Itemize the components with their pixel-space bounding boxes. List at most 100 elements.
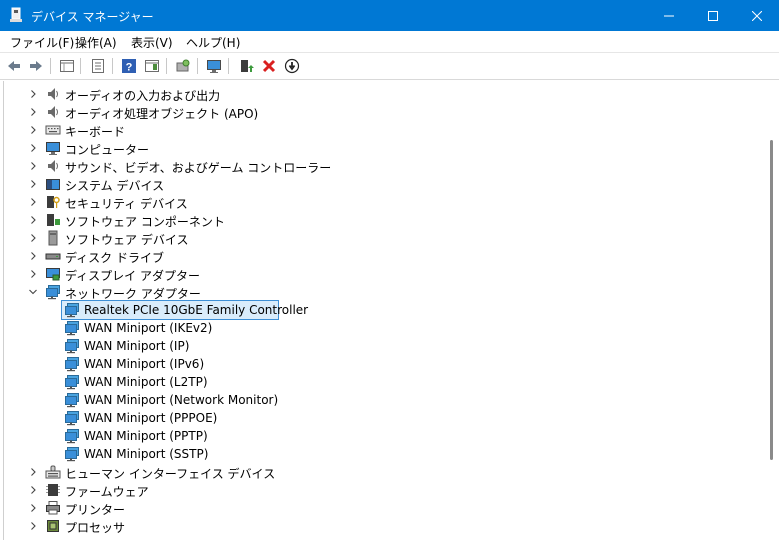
tree-device-item[interactable]: WAN Miniport (L2TP) <box>4 373 744 391</box>
tree-category-label: キーボード <box>65 125 126 139</box>
forward-icon <box>30 61 42 71</box>
display-adapter-icon <box>45 266 61 282</box>
update-driver-icon <box>241 60 254 72</box>
tree-view-icon <box>60 60 74 72</box>
action-pane-button[interactable] <box>143 57 161 75</box>
chevron-right-icon[interactable] <box>27 88 39 100</box>
scrollbar-thumb[interactable] <box>770 140 773 460</box>
tree-device-label: WAN Miniport (IP) <box>84 339 190 353</box>
tree-device-label: WAN Miniport (Network Monitor) <box>84 393 279 407</box>
uninstall-device-icon <box>262 59 276 73</box>
tree-device-label: WAN Miniport (L2TP) <box>84 375 208 389</box>
software-device-icon <box>45 230 61 246</box>
tree-category[interactable]: オーディオの入力および出力 <box>4 85 744 103</box>
security-device-icon <box>45 194 61 210</box>
tree-category[interactable]: プリンター <box>4 499 744 517</box>
keyboard-icon <box>45 122 61 138</box>
uninstall-device-button[interactable] <box>260 57 278 75</box>
menu-help[interactable]: ヘルプ(H) <box>186 34 240 51</box>
tree-category[interactable]: プロセッサ <box>4 517 744 535</box>
tree-category[interactable]: ヒューマン インターフェイス デバイス <box>4 463 744 481</box>
maximize-button[interactable] <box>691 0 735 31</box>
close-icon <box>752 10 762 21</box>
speaker-icon <box>45 86 61 102</box>
tree-device-label: WAN Miniport (IKEv2) <box>84 321 213 335</box>
back-icon <box>8 61 20 71</box>
tree-category[interactable]: コンピューター <box>4 139 744 157</box>
tree-device-item[interactable]: WAN Miniport (PPTP) <box>4 427 744 445</box>
tree-category-label: サウンド、ビデオ、およびゲーム コントローラー <box>65 161 332 175</box>
tree-device-item[interactable]: WAN Miniport (IP) <box>4 337 744 355</box>
tree-category[interactable]: ソフトウェア デバイス <box>4 229 744 247</box>
scan-hardware-button[interactable] <box>174 57 192 75</box>
chevron-right-icon[interactable] <box>27 268 39 280</box>
tree-category[interactable]: ディスプレイ アダプター <box>4 265 744 283</box>
window-title: デバイス マネージャー <box>31 10 154 24</box>
chevron-right-icon[interactable] <box>27 124 39 136</box>
tree-device-item[interactable]: WAN Miniport (SSTP) <box>4 445 744 463</box>
disable-device-button[interactable] <box>283 57 301 75</box>
tree-category[interactable]: オーディオ処理オブジェクト (APO) <box>4 103 744 121</box>
chevron-right-icon[interactable] <box>27 466 39 478</box>
tree-device-item[interactable]: WAN Miniport (IKEv2) <box>4 319 744 337</box>
chevron-right-icon[interactable] <box>27 232 39 244</box>
tree-device-item[interactable]: WAN Miniport (Network Monitor) <box>4 391 744 409</box>
tree-category[interactable]: ネットワーク アダプター <box>4 283 744 301</box>
chevron-right-icon[interactable] <box>27 214 39 226</box>
maximize-icon <box>708 10 718 21</box>
network-adapter-icon <box>64 356 80 372</box>
tree-view-button[interactable] <box>58 57 76 75</box>
network-adapter-icon <box>64 374 80 390</box>
chevron-right-icon[interactable] <box>27 178 39 190</box>
vertical-scrollbar[interactable] <box>765 81 779 540</box>
chevron-right-icon[interactable] <box>27 520 39 532</box>
monitor-icon <box>207 60 221 73</box>
minimize-button[interactable] <box>647 0 691 31</box>
tree-device-item[interactable]: WAN Miniport (PPPOE) <box>4 409 744 427</box>
tree-device-item[interactable]: Realtek PCIe 10GbE Family Controller <box>4 300 744 320</box>
chevron-right-icon[interactable] <box>27 484 39 496</box>
chevron-right-icon[interactable] <box>27 502 39 514</box>
disable-device-icon <box>284 58 300 74</box>
chevron-right-icon[interactable] <box>27 196 39 208</box>
chevron-right-icon[interactable] <box>27 106 39 118</box>
toolbar: ? <box>0 53 779 80</box>
help-button[interactable]: ? <box>120 57 138 75</box>
back-button[interactable] <box>5 57 23 75</box>
menu-view[interactable]: 表示(V) <box>131 34 173 51</box>
tree-category-label: オーディオ処理オブジェクト (APO) <box>65 107 259 121</box>
tree-category[interactable]: ソフトウェア コンポーネント <box>4 211 744 229</box>
tree-category[interactable]: システム デバイス <box>4 175 744 193</box>
update-driver-button[interactable] <box>237 57 255 75</box>
tree-category[interactable]: キーボード <box>4 121 744 139</box>
tree-category[interactable]: ファームウェア <box>4 481 744 499</box>
tree-category-label: ヒューマン インターフェイス デバイス <box>65 467 276 481</box>
disk-drive-icon <box>45 248 61 264</box>
chevron-right-icon[interactable] <box>27 142 39 154</box>
tree-device-label: WAN Miniport (PPPOE) <box>84 411 218 425</box>
tree-category-label: ディスプレイ アダプター <box>65 269 200 283</box>
tree-category-label: プリンター <box>65 503 126 517</box>
tree-device-item[interactable]: WAN Miniport (IPv6) <box>4 355 744 373</box>
device-tree[interactable]: オーディオの入力および出力オーディオ処理オブジェクト (APO) キーボードコンピ… <box>3 81 765 540</box>
system-device-icon <box>45 176 61 192</box>
tree-device-label: WAN Miniport (PPTP) <box>84 429 208 443</box>
monitor-button[interactable] <box>205 57 223 75</box>
tree-category-label: ディスク ドライブ <box>65 251 164 265</box>
menu-action[interactable]: 操作(A) <box>75 34 117 51</box>
device-manager-icon <box>10 7 22 22</box>
menu-file[interactable]: ファイル(F) <box>10 34 74 51</box>
tree-category[interactable]: サウンド、ビデオ、およびゲーム コントローラー <box>4 157 744 175</box>
tree-category-label: コンピューター <box>65 143 150 157</box>
chevron-right-icon[interactable] <box>27 250 39 262</box>
forward-button[interactable] <box>27 57 45 75</box>
tree-device-label: Realtek PCIe 10GbE Family Controller <box>84 303 309 317</box>
chevron-right-icon[interactable] <box>27 160 39 172</box>
close-button[interactable] <box>735 0 779 31</box>
properties-button[interactable] <box>89 57 107 75</box>
tree-category-label: プロセッサ <box>65 521 126 535</box>
chevron-down-icon[interactable] <box>27 286 39 298</box>
tree-category[interactable]: セキュリティ デバイス <box>4 193 744 211</box>
tree-category-label: ソフトウェア デバイス <box>65 233 189 247</box>
tree-category[interactable]: ディスク ドライブ <box>4 247 744 265</box>
